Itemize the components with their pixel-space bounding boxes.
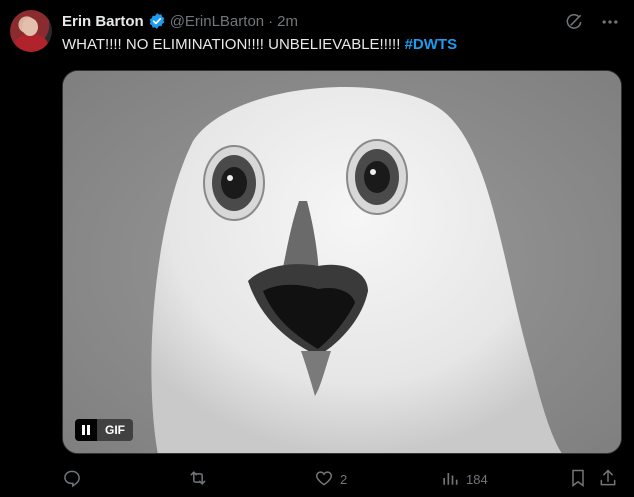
like-icon xyxy=(314,468,334,491)
tweet-actions: 2 184 xyxy=(62,468,622,492)
owl-right-eye xyxy=(346,139,408,215)
bookmark-icon xyxy=(568,468,588,491)
like-button[interactable]: 2 xyxy=(314,468,347,491)
hashtag-link[interactable]: #DWTS xyxy=(405,36,458,53)
more-icon[interactable] xyxy=(600,12,620,32)
bookmark-button[interactable] xyxy=(568,468,588,491)
separator-dot: · xyxy=(268,12,274,30)
share-button[interactable] xyxy=(598,468,618,491)
tweet-header: Erin Barton @ErinLBarton · 2m xyxy=(62,11,298,31)
tweet-text: WHAT!!!! NO ELIMINATION!!!! UNBELIEVABLE… xyxy=(62,36,457,53)
pause-icon[interactable] xyxy=(75,419,97,441)
reply-button[interactable] xyxy=(62,468,88,491)
avatar[interactable] xyxy=(10,10,52,52)
retweet-icon xyxy=(188,468,208,491)
grok-icon[interactable] xyxy=(564,12,584,32)
tweet-top-actions xyxy=(564,12,620,32)
like-count: 2 xyxy=(340,472,348,487)
verified-icon xyxy=(148,12,166,30)
views-button[interactable]: 184 xyxy=(440,468,488,491)
share-icon xyxy=(598,468,618,491)
timestamp[interactable]: 2m xyxy=(277,13,298,30)
author-handle[interactable]: @ErinLBarton xyxy=(170,13,264,30)
avatar-body xyxy=(14,34,48,52)
views-count: 184 xyxy=(466,472,488,487)
tweet-text-main: WHAT!!!! NO ELIMINATION!!!! UNBELIEVABLE… xyxy=(62,36,401,53)
author-name[interactable]: Erin Barton xyxy=(62,13,144,30)
reply-icon xyxy=(62,468,82,491)
owl-gif-image xyxy=(63,71,621,453)
gif-badge: GIF xyxy=(97,419,133,441)
gif-media[interactable]: GIF xyxy=(62,70,622,454)
views-icon xyxy=(440,468,460,491)
owl-left-eye xyxy=(203,145,265,221)
retweet-button[interactable] xyxy=(188,468,214,491)
gif-controls: GIF xyxy=(75,419,133,441)
avatar-face xyxy=(22,18,38,36)
